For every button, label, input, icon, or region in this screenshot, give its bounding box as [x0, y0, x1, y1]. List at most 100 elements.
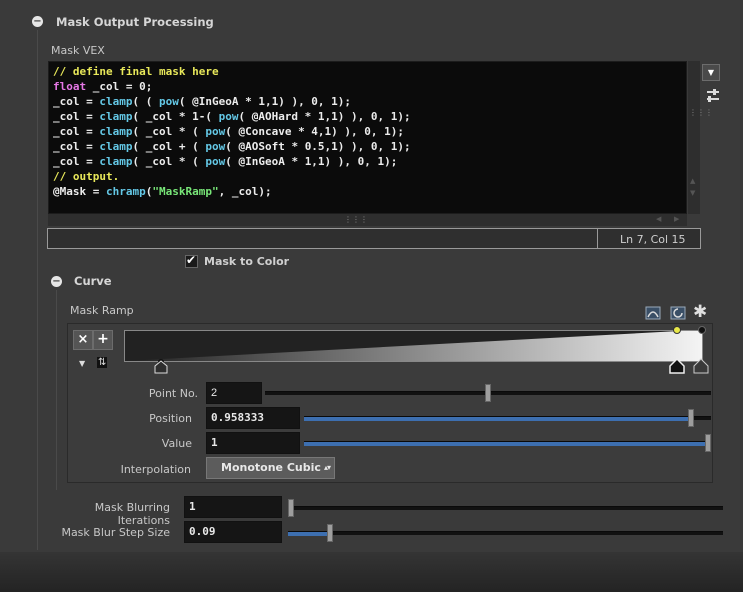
- ramp-gradient[interactable]: [124, 330, 703, 362]
- code-line: float _col = 0;: [53, 79, 682, 94]
- point-no-slider-handle[interactable]: [485, 384, 491, 402]
- code-token: pow: [205, 155, 226, 168]
- blur-step-field[interactable]: 0.09: [184, 521, 282, 543]
- code-line: @Mask = chramp("MaskRamp", _col);: [53, 184, 682, 199]
- code-token: pow: [218, 110, 239, 123]
- scroll-up-icon[interactable]: ▲: [690, 177, 695, 185]
- code-token: ( _col * (: [132, 125, 206, 138]
- chevron-down-icon: ▼: [707, 68, 715, 77]
- hscroll-grip[interactable]: ⋮⋮⋮: [344, 215, 368, 224]
- scrollbar-grip[interactable]: ⋮⋮⋮: [689, 109, 713, 117]
- scroll-down-icon[interactable]: ▼: [690, 189, 695, 197]
- section-collapse-icon[interactable]: −: [32, 16, 43, 27]
- interpolation-value: Monotone Cubic: [221, 461, 321, 474]
- blur-iterations-field[interactable]: 1: [184, 496, 282, 518]
- code-line: _col = clamp( _col * ( pow( @InGeoA * 1,…: [53, 154, 682, 169]
- code-token: chramp: [105, 185, 146, 198]
- blur-iterations-label: Mask Blurring Iterations: [94, 501, 170, 527]
- ramp-key-handle-0[interactable]: [154, 358, 168, 377]
- code-token: float: [53, 80, 87, 93]
- code-token: _col =: [53, 125, 100, 138]
- updown-arrows-icon: ▴▾: [323, 463, 331, 472]
- swap-icon[interactable]: ⇅: [97, 357, 108, 368]
- ramp-reset-icon[interactable]: [670, 305, 686, 321]
- interpolation-dropdown[interactable]: Monotone Cubic ▴▾: [206, 457, 335, 479]
- code-token: // define final mask here: [53, 65, 219, 78]
- editor-menu-button[interactable]: ▼: [702, 64, 720, 81]
- point-no-slider[interactable]: [265, 384, 711, 402]
- editor-horizontal-scrollbar[interactable]: ⋮⋮⋮ ◀ ▶: [48, 214, 687, 226]
- code-token: pow: [205, 140, 226, 153]
- position-slider-handle[interactable]: [688, 409, 694, 427]
- expand-ramp-icon[interactable]: ▼: [79, 359, 85, 368]
- blur-step-label: Mask Blur Step Size: [61, 526, 170, 539]
- position-field[interactable]: 0.958333: [206, 407, 300, 429]
- section-divider: [37, 30, 38, 550]
- mask-to-color-label: Mask to Color: [204, 255, 290, 268]
- tools-icon[interactable]: [704, 88, 722, 104]
- position-slider[interactable]: [304, 409, 711, 427]
- delete-point-button[interactable]: ×: [73, 330, 93, 350]
- curve-divider: [56, 290, 57, 490]
- vex-label: Mask VEX: [51, 44, 105, 57]
- code-token: pow: [205, 125, 226, 138]
- section-title: Mask Output Processing: [56, 15, 214, 29]
- code-token: ( @AOSoft * 0.5,1) ), 0, 1);: [225, 140, 411, 153]
- code-token: _col =: [53, 155, 100, 168]
- mask-to-color-checkbox[interactable]: ✔: [185, 253, 198, 268]
- ramp-top-key-selected[interactable]: [673, 326, 681, 334]
- point-no-label: Point No.: [148, 387, 198, 400]
- code-token: _col =: [53, 95, 100, 108]
- mask-ramp-label: Mask Ramp: [70, 304, 134, 317]
- code-token: ( _col + (: [132, 140, 206, 153]
- status-separator: [597, 229, 598, 248]
- code-token: ( @InGeoA * 1,1) ), 0, 1);: [225, 155, 398, 168]
- blur-step-slider-handle[interactable]: [327, 524, 333, 542]
- code-line: // output.: [53, 169, 682, 184]
- code-line: _col = clamp( _col * 1-( pow( @AOHard * …: [53, 109, 682, 124]
- point-no-field[interactable]: 2: [206, 382, 262, 404]
- ramp-preset-icon[interactable]: [645, 305, 661, 321]
- code-token: clamp: [99, 140, 133, 153]
- value-slider-handle[interactable]: [705, 434, 711, 452]
- ramp-top-key[interactable]: [698, 326, 706, 334]
- editor-vertical-scrollbar[interactable]: ⋮⋮⋮ ▲ ▼: [688, 61, 713, 214]
- curve-title: Curve: [74, 274, 112, 288]
- scroll-left-icon[interactable]: ◀: [656, 215, 661, 223]
- checkmark-icon: ✔: [186, 253, 197, 267]
- code-token: clamp: [99, 110, 133, 123]
- code-token: , _col);: [218, 185, 272, 198]
- code-token: ( @Concave * 4,1) ), 0, 1);: [225, 125, 405, 138]
- code-token: clamp: [99, 125, 133, 138]
- bottom-fade: [0, 552, 743, 592]
- code-token: ( _col * 1-(: [132, 110, 219, 123]
- code-token: ( _col * (: [132, 155, 206, 168]
- gear-icon[interactable]: ✱: [693, 302, 707, 322]
- blur-iterations-slider-handle[interactable]: [288, 499, 294, 517]
- code-token: // output.: [53, 170, 120, 183]
- value-label: Value: [161, 437, 192, 450]
- ramp-key-handle-1[interactable]: [669, 357, 685, 377]
- code-token: @Mask =: [53, 185, 106, 198]
- code-token: _col =: [53, 140, 100, 153]
- blur-iterations-slider[interactable]: [288, 499, 723, 517]
- curve-collapse-icon[interactable]: −: [51, 276, 62, 287]
- vex-code-editor[interactable]: // define final mask here float _col = 0;…: [48, 61, 687, 214]
- value-field[interactable]: 1: [206, 432, 300, 454]
- add-point-button[interactable]: +: [93, 330, 113, 350]
- interpolation-label: Interpolation: [120, 463, 191, 476]
- editor-status-bar: Ln 7, Col 15: [47, 228, 701, 249]
- blur-step-slider-fill: [288, 532, 330, 536]
- scroll-right-icon[interactable]: ▶: [674, 215, 679, 223]
- code-token: ( @AOHard * 1,1) ), 0, 1);: [238, 110, 411, 123]
- code-lines: // define final mask here float _col = 0;…: [53, 64, 682, 199]
- code-line: // define final mask here: [53, 64, 682, 79]
- code-token: ( (: [132, 95, 159, 108]
- blur-step-slider[interactable]: [288, 524, 723, 542]
- ramp-key-handle-2[interactable]: [693, 358, 709, 377]
- code-line: _col = clamp( _col * ( pow( @Concave * 4…: [53, 124, 682, 139]
- code-token: _col =: [53, 110, 100, 123]
- position-label: Position: [149, 412, 192, 425]
- value-slider[interactable]: [304, 434, 711, 452]
- code-token: "MaskRamp": [152, 185, 219, 198]
